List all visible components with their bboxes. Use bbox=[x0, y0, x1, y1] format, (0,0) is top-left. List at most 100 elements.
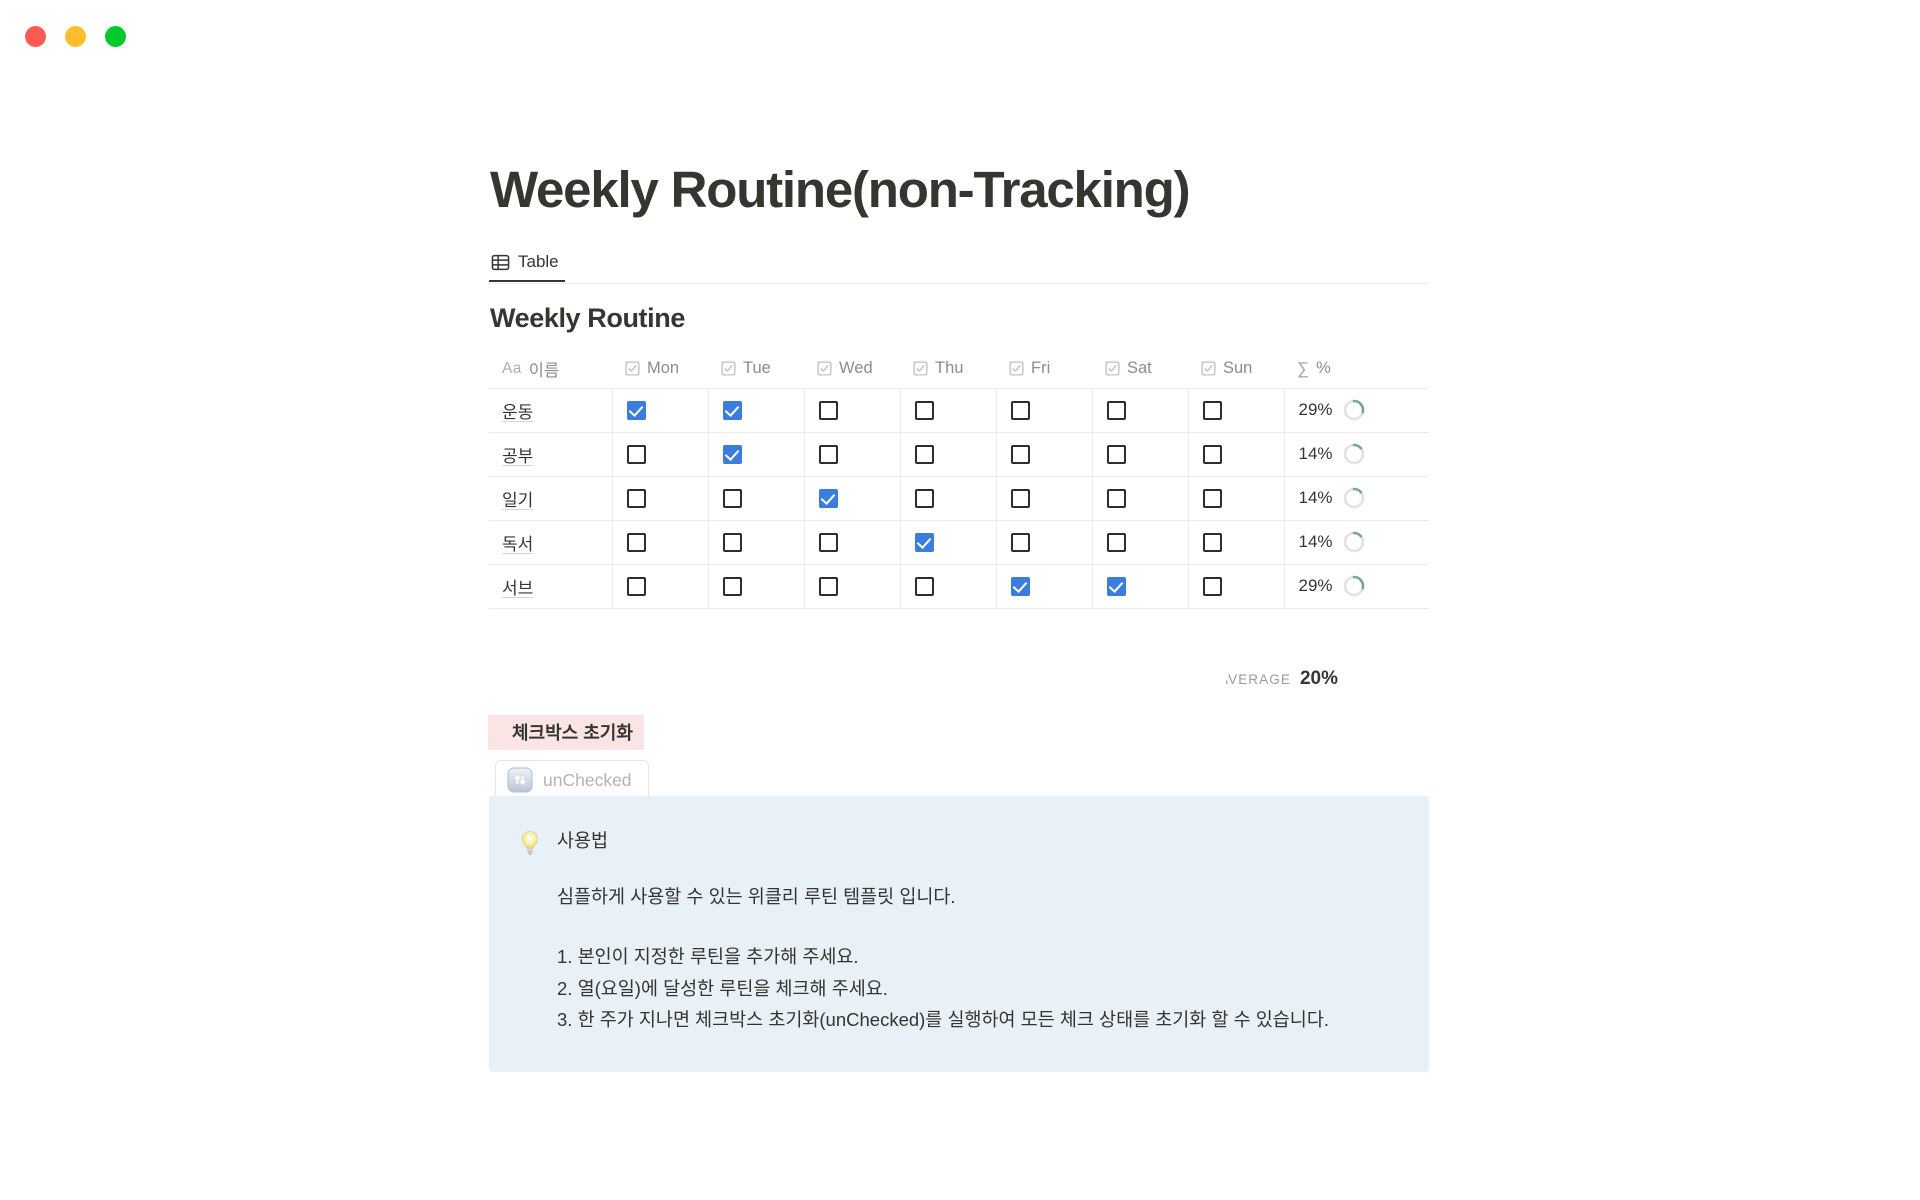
average-aggregate[interactable]: AVERAGE 20% bbox=[1226, 668, 1338, 690]
cell-mon[interactable] bbox=[612, 476, 709, 521]
cell-sun[interactable] bbox=[1188, 520, 1285, 565]
checkbox-mon[interactable] bbox=[626, 532, 646, 552]
unchecked-button[interactable]: unChecked bbox=[495, 760, 649, 800]
cell-routine-name[interactable]: 운동 bbox=[489, 388, 613, 433]
cell-wed[interactable] bbox=[804, 432, 901, 477]
cell-sun[interactable] bbox=[1188, 476, 1285, 521]
checkbox-mon[interactable] bbox=[626, 576, 646, 596]
tab-table[interactable]: Table bbox=[489, 244, 565, 282]
checkbox-sun[interactable] bbox=[1202, 444, 1222, 464]
checkbox-fri[interactable] bbox=[1010, 532, 1030, 552]
cell-tue[interactable] bbox=[708, 564, 805, 609]
cell-sat[interactable] bbox=[1092, 520, 1189, 565]
cell-fri[interactable] bbox=[996, 476, 1093, 521]
column-header-sun[interactable]: Sun bbox=[1188, 350, 1284, 389]
cell-mon[interactable] bbox=[612, 564, 709, 609]
checkbox-tue[interactable] bbox=[722, 532, 742, 552]
checkbox-wed[interactable] bbox=[818, 444, 838, 464]
checkbox-wed[interactable] bbox=[818, 488, 838, 508]
routine-name-link[interactable]: 독서 bbox=[502, 535, 533, 554]
checkbox-sat[interactable] bbox=[1106, 444, 1126, 464]
column-header-wed[interactable]: Wed bbox=[804, 350, 900, 389]
checkbox-thu[interactable] bbox=[914, 576, 934, 596]
cell-tue[interactable] bbox=[708, 432, 805, 477]
checkbox-sat[interactable] bbox=[1106, 532, 1126, 552]
cell-tue[interactable] bbox=[708, 388, 805, 433]
checkbox-fri[interactable] bbox=[1010, 576, 1030, 596]
checkbox-mon[interactable] bbox=[626, 444, 646, 464]
column-header-label: Thu bbox=[935, 359, 964, 378]
checkbox-sun[interactable] bbox=[1202, 488, 1222, 508]
cell-mon[interactable] bbox=[612, 388, 709, 433]
cell-sat[interactable] bbox=[1092, 476, 1189, 521]
checkbox-fri[interactable] bbox=[1010, 400, 1030, 420]
column-header-pct[interactable]: ∑% bbox=[1284, 350, 1429, 389]
close-button[interactable] bbox=[25, 26, 46, 47]
checkbox-thu[interactable] bbox=[914, 444, 934, 464]
cell-sat[interactable] bbox=[1092, 388, 1189, 433]
cell-fri[interactable] bbox=[996, 388, 1093, 433]
column-header-mon[interactable]: Mon bbox=[612, 350, 708, 389]
column-header-tue[interactable]: Tue bbox=[708, 350, 804, 389]
cell-mon[interactable] bbox=[612, 432, 709, 477]
maximize-button[interactable] bbox=[105, 26, 126, 47]
cell-wed[interactable] bbox=[804, 520, 901, 565]
routine-name-link[interactable]: 공부 bbox=[502, 447, 533, 466]
cell-mon[interactable] bbox=[612, 520, 709, 565]
checkbox-sun[interactable] bbox=[1202, 576, 1222, 596]
checkbox-fri[interactable] bbox=[1010, 444, 1030, 464]
cell-thu[interactable] bbox=[900, 476, 997, 521]
cell-sat[interactable] bbox=[1092, 564, 1189, 609]
checkbox-tue[interactable] bbox=[722, 444, 742, 464]
column-header-sat[interactable]: Sat bbox=[1092, 350, 1188, 389]
cell-routine-name[interactable]: 서브 bbox=[489, 564, 613, 609]
cell-sun[interactable] bbox=[1188, 564, 1285, 609]
cell-fri[interactable] bbox=[996, 432, 1093, 477]
checkbox-wed[interactable] bbox=[818, 532, 838, 552]
cell-thu[interactable] bbox=[900, 432, 997, 477]
checkbox-tue[interactable] bbox=[722, 488, 742, 508]
cell-routine-name[interactable]: 일기 bbox=[489, 476, 613, 521]
checkbox-mon[interactable] bbox=[626, 488, 646, 508]
cell-sat[interactable] bbox=[1092, 432, 1189, 477]
cell-routine-name[interactable]: 공부 bbox=[489, 432, 613, 477]
cell-wed[interactable] bbox=[804, 564, 901, 609]
checkbox-tue[interactable] bbox=[722, 576, 742, 596]
cell-wed[interactable] bbox=[804, 476, 901, 521]
percent-value: 14% bbox=[1298, 488, 1333, 507]
checkbox-mon[interactable] bbox=[626, 400, 646, 420]
cell-thu[interactable] bbox=[900, 564, 997, 609]
checkbox-sat[interactable] bbox=[1106, 400, 1126, 420]
checkbox-sat[interactable] bbox=[1106, 576, 1126, 596]
column-header-thu[interactable]: Thu bbox=[900, 350, 996, 389]
checkbox-sat[interactable] bbox=[1106, 488, 1126, 508]
cell-routine-name[interactable]: 독서 bbox=[489, 520, 613, 565]
cell-tue[interactable] bbox=[708, 476, 805, 521]
column-header-name[interactable]: Aa 이름 bbox=[489, 350, 612, 389]
checkbox-fri[interactable] bbox=[1010, 488, 1030, 508]
cell-fri[interactable] bbox=[996, 520, 1093, 565]
cell-sun[interactable] bbox=[1188, 388, 1285, 433]
cell-tue[interactable] bbox=[708, 520, 805, 565]
cell-fri[interactable] bbox=[996, 564, 1093, 609]
checkbox-wed[interactable] bbox=[818, 576, 838, 596]
checkbox-thu[interactable] bbox=[914, 488, 934, 508]
cell-sun[interactable] bbox=[1188, 432, 1285, 477]
routine-name-link[interactable]: 서브 bbox=[502, 579, 533, 598]
column-header-fri[interactable]: Fri bbox=[996, 350, 1092, 389]
cell-thu[interactable] bbox=[900, 388, 997, 433]
checkbox-sun[interactable] bbox=[1202, 532, 1222, 552]
minimize-button[interactable] bbox=[65, 26, 86, 47]
checkbox-thu[interactable] bbox=[914, 400, 934, 420]
checkbox-sun[interactable] bbox=[1202, 400, 1222, 420]
reset-section-heading: 체크박스 초기화 bbox=[488, 715, 644, 750]
cell-wed[interactable] bbox=[804, 388, 901, 433]
checkbox-wed[interactable] bbox=[818, 400, 838, 420]
routine-name-link[interactable]: 운동 bbox=[502, 403, 533, 422]
routine-name-link[interactable]: 일기 bbox=[502, 491, 533, 510]
checkbox-tue[interactable] bbox=[722, 400, 742, 420]
database-title: Weekly Routine bbox=[490, 303, 685, 333]
cell-thu[interactable] bbox=[900, 520, 997, 565]
checkbox-thu[interactable] bbox=[914, 532, 934, 552]
callout-list-item: 1. 본인이 지정한 루틴을 추가해 주세요. bbox=[557, 945, 859, 967]
